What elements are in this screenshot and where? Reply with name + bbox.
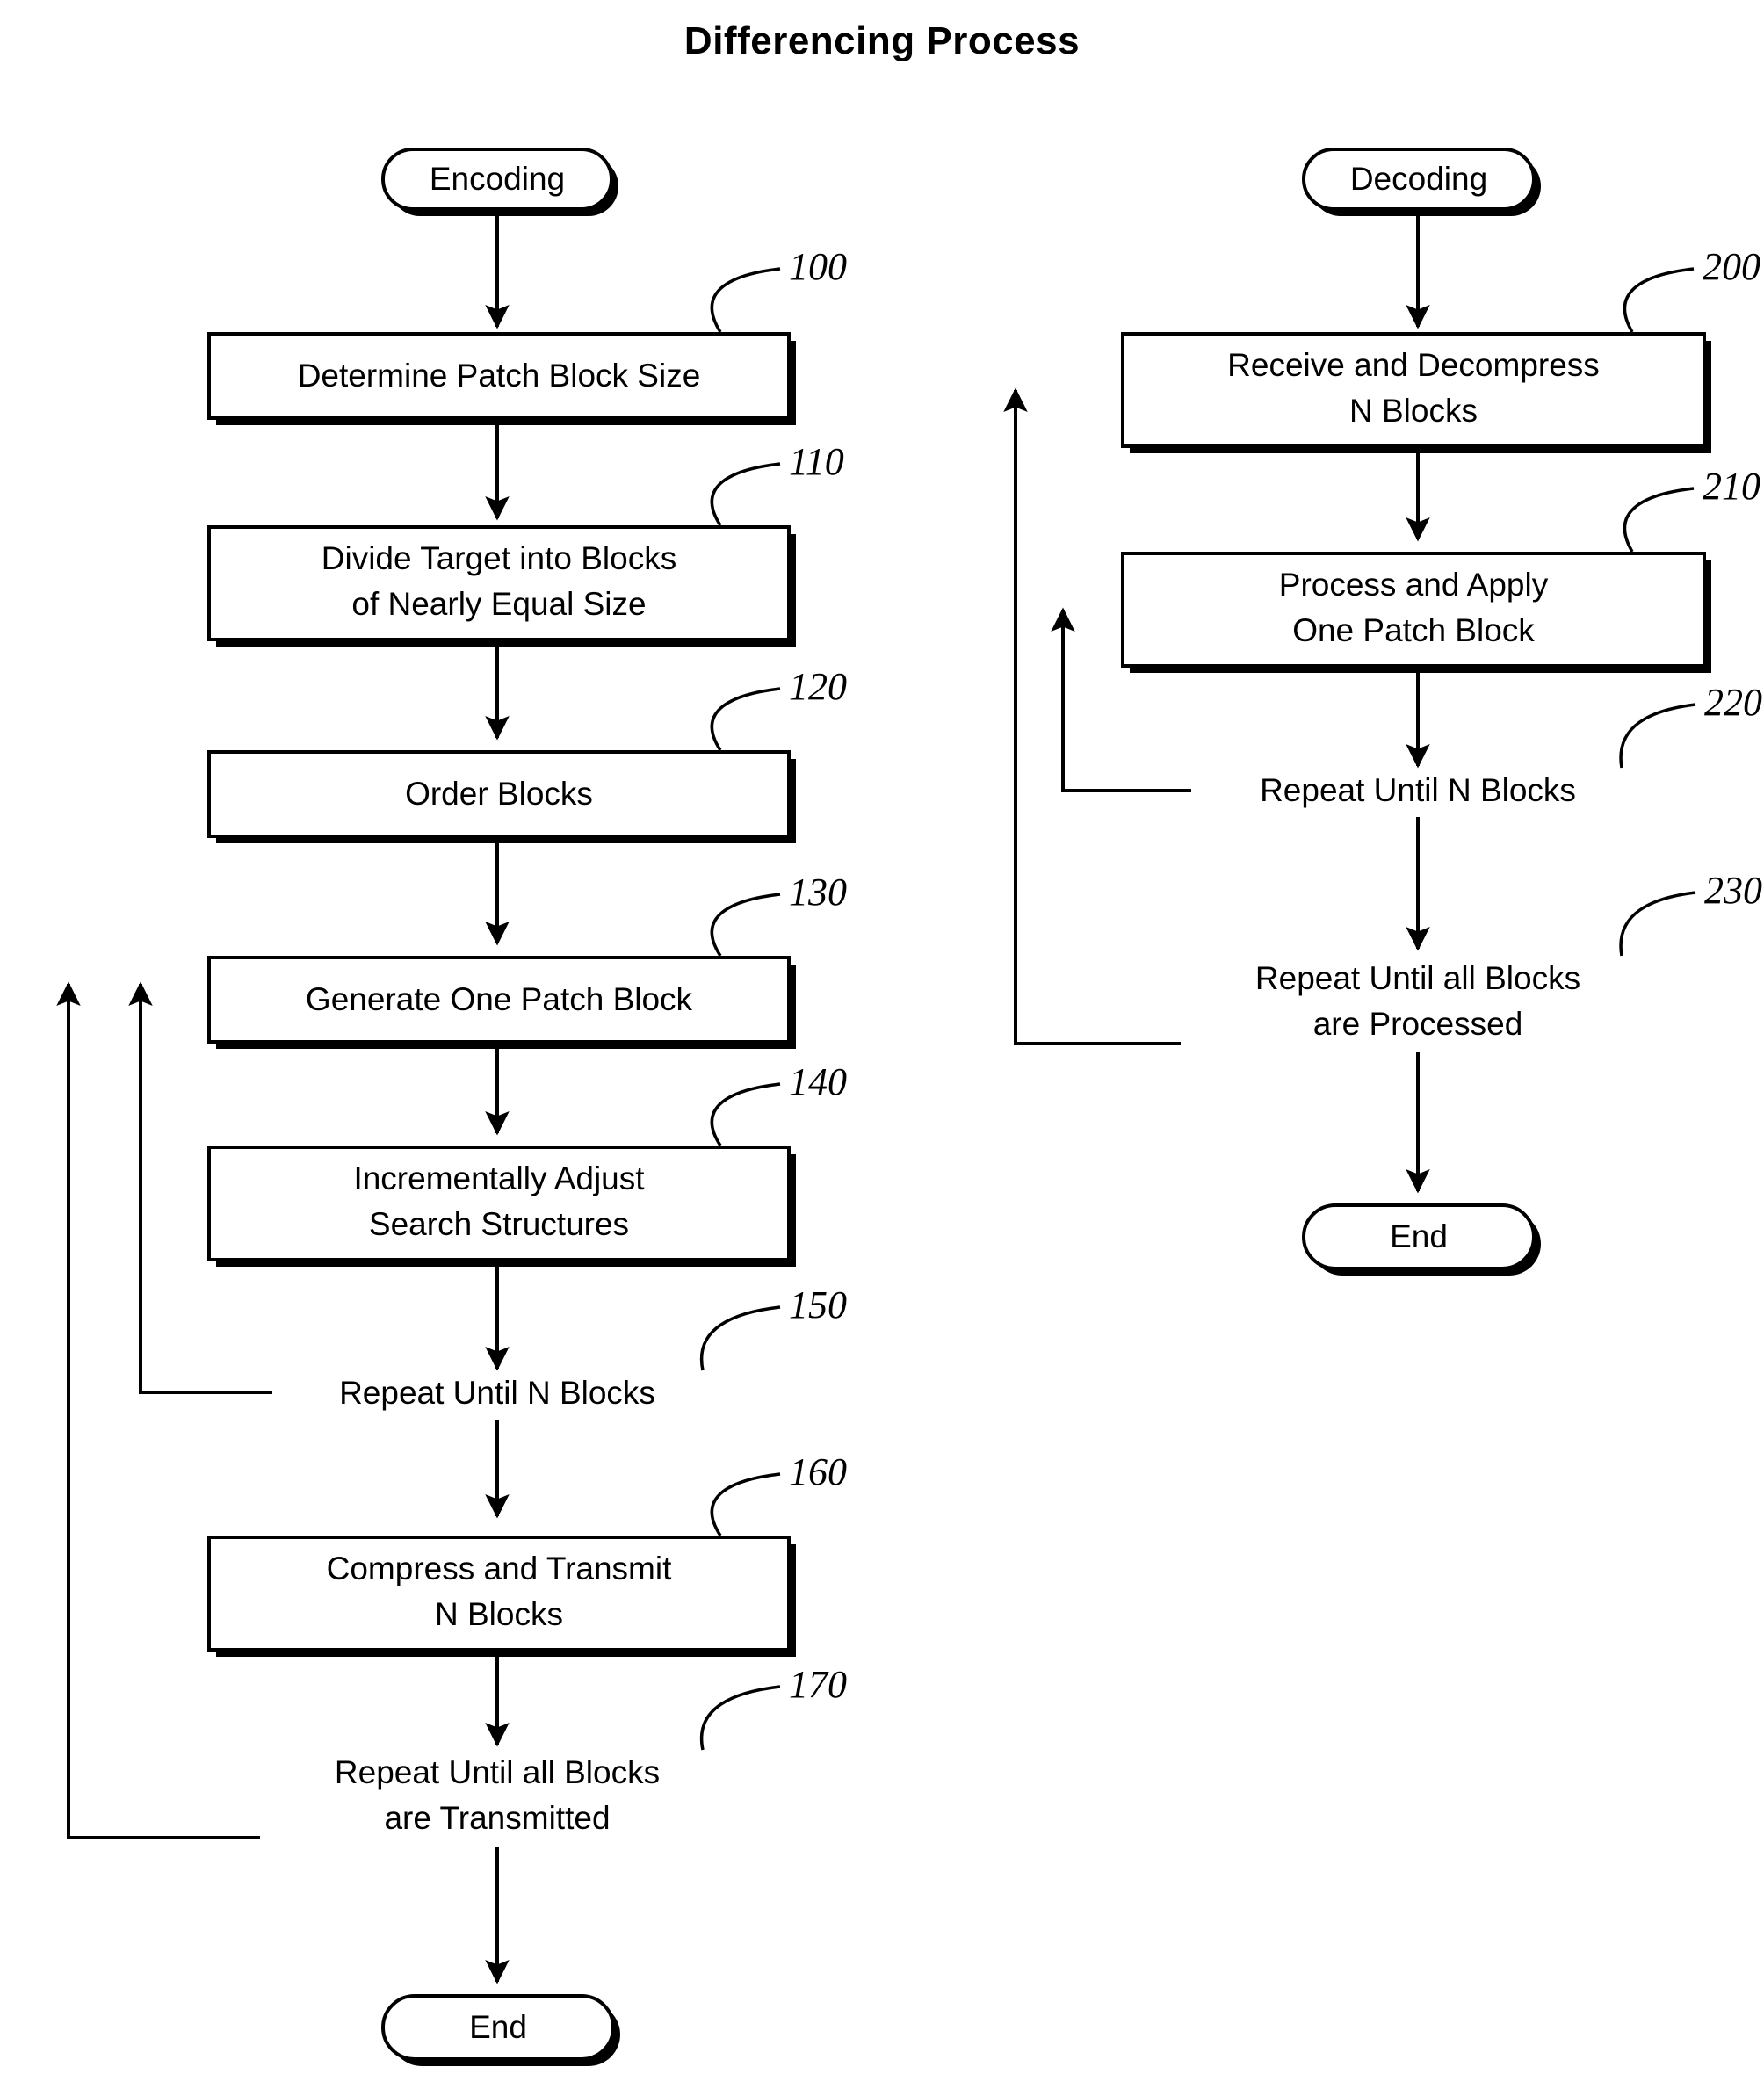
node-110: Divide Target into Blocks of Nearly Equa…: [207, 525, 796, 647]
leader-170: [699, 1685, 781, 1751]
node-decoding-end: End: [1302, 1203, 1541, 1276]
ref-110: 110: [789, 440, 844, 483]
diagram-page: Differencing Process Encoding Determine …: [0, 0, 1764, 2096]
ref-170: 170: [789, 1663, 847, 1706]
node-200-label-line1: Receive and Decompress: [1227, 347, 1600, 383]
node-100: Determine Patch Block Size: [207, 332, 796, 425]
node-210-label-line1: Process and Apply: [1279, 567, 1549, 603]
loop-230-to-200: [1003, 387, 1181, 1045]
node-140-label-line2: Search Structures: [369, 1206, 629, 1242]
ref-160: 160: [789, 1450, 847, 1493]
node-decoding-end-label: End: [1390, 1218, 1448, 1254]
node-230-label-line1: Repeat Until all Blocks: [1255, 960, 1580, 996]
node-210: Process and Apply One Patch Block: [1121, 552, 1711, 673]
node-decoding-start: Decoding: [1302, 148, 1541, 216]
leader-160: [710, 1472, 781, 1536]
leader-130: [710, 893, 781, 957]
ref-120: 120: [789, 665, 847, 708]
ref-150: 150: [789, 1283, 847, 1326]
node-160-label-line1: Compress and Transmit: [327, 1550, 672, 1586]
leader-230: [1619, 891, 1696, 957]
node-150-label: Repeat Until N Blocks: [339, 1375, 655, 1411]
ref-230: 230: [1704, 869, 1762, 912]
node-encoding-start-label: Encoding: [430, 161, 565, 197]
ref-220: 220: [1704, 681, 1762, 724]
ref-210: 210: [1703, 465, 1760, 508]
node-encoding-end-label: End: [469, 2009, 527, 2045]
ref-100: 100: [789, 245, 847, 288]
node-100-label: Determine Patch Block Size: [298, 358, 701, 394]
leader-150: [699, 1305, 781, 1371]
node-120-label: Order Blocks: [405, 776, 593, 812]
node-170-label-line1: Repeat Until all Blocks: [335, 1754, 660, 1790]
node-110-label-line2: of Nearly Equal Size: [351, 586, 646, 622]
node-210-label-line2: One Patch Block: [1292, 612, 1535, 648]
node-encoding-end: End: [381, 1994, 620, 2066]
leader-200: [1623, 267, 1695, 333]
node-230-label-line2: are Processed: [1313, 1006, 1523, 1042]
node-130-label: Generate One Patch Block: [306, 981, 693, 1017]
leader-120: [710, 687, 781, 751]
ref-130: 130: [789, 871, 847, 914]
leader-100: [710, 267, 781, 333]
loop-170-to-130: [56, 981, 260, 1839]
node-160: Compress and Transmit N Blocks: [207, 1536, 796, 1657]
node-120: Order Blocks: [207, 750, 796, 843]
node-140-label-line1: Incrementally Adjust: [353, 1160, 645, 1196]
node-200: Receive and Decompress N Blocks: [1121, 332, 1711, 453]
node-decoding-start-label: Decoding: [1350, 161, 1487, 197]
node-encoding-start: Encoding: [381, 148, 618, 216]
node-110-label-line1: Divide Target into Blocks: [322, 540, 676, 576]
node-220-label: Repeat Until N Blocks: [1260, 772, 1576, 808]
leader-110: [710, 462, 781, 526]
leader-140: [710, 1082, 781, 1146]
node-130: Generate One Patch Block: [207, 956, 796, 1049]
node-160-label-line2: N Blocks: [435, 1596, 563, 1632]
ref-200: 200: [1703, 245, 1760, 288]
node-140: Incrementally Adjust Search Structures: [207, 1146, 796, 1267]
node-200-label-line2: N Blocks: [1349, 393, 1478, 429]
leader-220: [1619, 703, 1696, 769]
node-170-label-line2: are Transmitted: [384, 1800, 610, 1836]
ref-140: 140: [789, 1060, 847, 1103]
leader-210: [1623, 487, 1695, 553]
flowchart-canvas: Encoding Determine Patch Block Size 100 …: [56, 148, 1762, 2066]
